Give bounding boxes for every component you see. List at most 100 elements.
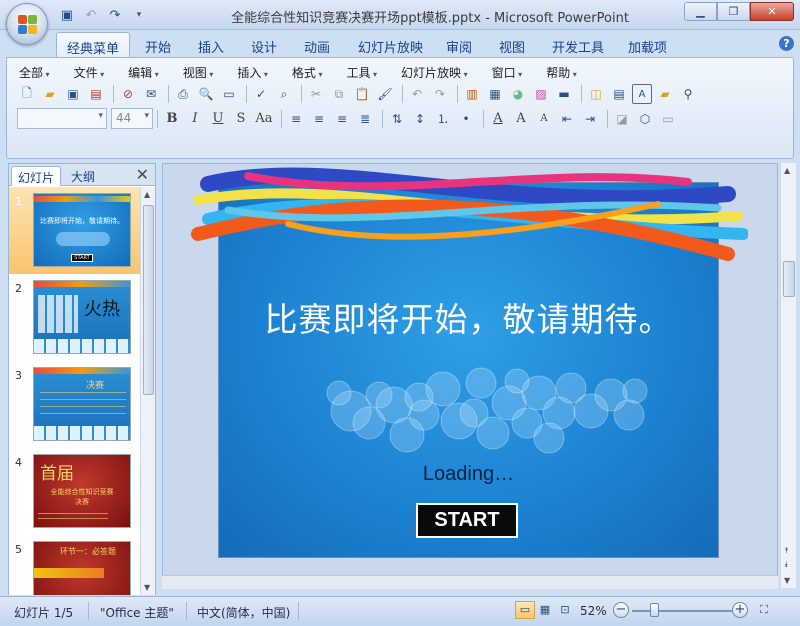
zoom-out-icon[interactable]: − (613, 602, 629, 618)
shadow-icon[interactable]: S (231, 109, 251, 129)
font-size-combo[interactable]: 44 (111, 108, 153, 129)
chart-icon[interactable]: ▥ (462, 84, 482, 104)
start-button[interactable]: START (416, 503, 518, 538)
scroll-up-icon[interactable]: ▲ (144, 190, 150, 199)
picture-icon[interactable]: ▨ (531, 84, 551, 104)
slide-thumbnail-1[interactable]: 1 比赛即将开始，敬请期待。 START (9, 187, 141, 274)
increase-indent-icon[interactable]: ⇥ (580, 109, 600, 129)
scroll-up-icon[interactable]: ▲ (784, 166, 790, 175)
bullets-icon[interactable]: • (456, 109, 476, 129)
print-preview-icon[interactable]: 🔍 (196, 84, 216, 104)
close-button[interactable]: ✕ (750, 2, 794, 21)
shrink-font-icon[interactable]: A (534, 109, 554, 129)
menu-view[interactable]: 视图 (181, 64, 222, 81)
fit-to-window-icon[interactable]: ⛶ (756, 601, 772, 619)
email-icon[interactable]: ✉ (141, 84, 161, 104)
zoom-icon[interactable]: ⚲ (678, 84, 698, 104)
spelling-icon[interactable]: ✓ (251, 84, 271, 104)
tab-review[interactable]: 审阅 (436, 32, 482, 58)
tab-animation[interactable]: 动画 (294, 32, 340, 58)
shapes-icon[interactable]: ◪ (612, 109, 632, 129)
office-button[interactable] (6, 3, 48, 45)
tab-classic-menu[interactable]: 经典菜单 (56, 32, 131, 58)
maximize-button[interactable]: ❐ (717, 2, 750, 21)
align-right-icon[interactable]: ≡ (332, 109, 352, 129)
tab-insert[interactable]: 插入 (188, 32, 234, 58)
research-icon[interactable]: ⌕ (274, 84, 294, 104)
textbox-icon[interactable]: A (632, 84, 652, 104)
slide-thumbnail-4[interactable]: 4 首届 全能综合性知识竞赛 决赛 (9, 448, 141, 535)
save-icon[interactable]: ▣ (63, 84, 83, 104)
slide-thumbnail-3[interactable]: 3 决赛 (9, 361, 141, 448)
menu-slideshow[interactable]: 幻灯片放映 (399, 64, 476, 81)
align-left-icon[interactable]: ≡ (286, 109, 306, 129)
menu-format[interactable]: 格式 (290, 64, 331, 81)
help-icon[interactable]: ? (779, 36, 794, 51)
zoom-in-icon[interactable]: + (732, 602, 748, 618)
tab-view[interactable]: 视图 (489, 32, 535, 58)
menu-edit[interactable]: 编辑 (126, 64, 167, 81)
table-icon[interactable]: ▦ (485, 84, 505, 104)
tab-slideshow[interactable]: 幻灯片放映 (348, 32, 433, 58)
slide-title[interactable]: 比赛即将开始，敬请期待。 (219, 293, 718, 341)
slide-sorter-icon[interactable]: ▦ (535, 601, 555, 619)
align-center-icon[interactable]: ≡ (309, 109, 329, 129)
cut-icon[interactable]: ✂ (306, 84, 326, 104)
justify-icon[interactable]: ≣ (355, 109, 375, 129)
copy-icon[interactable]: ⧉ (329, 84, 349, 104)
slides-pane-scrollbar[interactable]: ▲ ▼ (140, 187, 155, 595)
quick-styles-icon[interactable]: ▭ (658, 109, 678, 129)
tab-outline[interactable]: 大纲 (65, 166, 101, 186)
loading-text[interactable]: Loading… (219, 463, 718, 486)
menu-tools[interactable]: 工具 (344, 64, 385, 81)
font-color-icon[interactable]: A (488, 109, 508, 129)
next-slide-icon[interactable]: ⯯ (784, 560, 789, 570)
language-indicator[interactable]: 中文(简体，中国) (197, 604, 290, 621)
grow-font-icon[interactable]: A (511, 109, 531, 129)
tab-home[interactable]: 开始 (135, 32, 181, 58)
minimize-button[interactable]: ▁ (684, 2, 717, 21)
undo-icon[interactable]: ↶ (407, 84, 427, 104)
scroll-thumb[interactable] (783, 261, 795, 297)
slide-thumbnail-2[interactable]: 2 火热 (9, 274, 141, 361)
change-case-icon[interactable]: Aa (254, 109, 274, 129)
zoom-slider-track[interactable] (632, 610, 732, 612)
menu-all[interactable]: 全部 (17, 64, 58, 81)
numbering-icon[interactable]: ⒈ (433, 109, 453, 129)
zoom-slider-knob[interactable] (650, 603, 659, 617)
redo-icon[interactable]: ↷ (430, 84, 450, 104)
print-icon[interactable]: ⎙ (173, 84, 193, 104)
page-setup-icon[interactable]: ▭ (219, 84, 239, 104)
layout-icon[interactable]: ▤ (609, 84, 629, 104)
tab-addins[interactable]: 加载项 (618, 32, 677, 58)
scroll-thumb[interactable] (143, 205, 154, 395)
menu-insert[interactable]: 插入 (235, 64, 276, 81)
bold-icon[interactable]: B (162, 109, 182, 129)
tab-slides[interactable]: 幻灯片 (11, 166, 62, 186)
scroll-down-icon[interactable]: ▼ (144, 583, 150, 592)
previous-slide-icon[interactable]: ⯭ (784, 546, 789, 556)
menu-window[interactable]: 窗口 (490, 64, 531, 81)
permission-icon[interactable]: ⊘ (118, 84, 138, 104)
arrange-icon[interactable]: ⬡ (635, 109, 655, 129)
line-spacing-icon[interactable]: ↕ (410, 109, 430, 129)
menu-file[interactable]: 文件 (72, 64, 113, 81)
new-icon[interactable]: 🗋 (17, 84, 37, 104)
format-painter-icon[interactable]: 🖌 (375, 84, 395, 104)
paste-icon[interactable]: 📋 (352, 84, 372, 104)
scroll-down-icon[interactable]: ▼ (784, 576, 790, 585)
font-name-combo[interactable] (17, 108, 107, 129)
decrease-indent-icon[interactable]: ⇤ (557, 109, 577, 129)
open-icon[interactable]: ▰ (40, 84, 60, 104)
tab-design[interactable]: 设计 (241, 32, 287, 58)
italic-icon[interactable]: I (185, 109, 205, 129)
tab-developer[interactable]: 开发工具 (542, 32, 614, 58)
theme-name[interactable]: "Office 主题" (100, 604, 174, 621)
underline-icon[interactable]: U (208, 109, 228, 129)
slide-thumbnail-5[interactable]: 5 环节一：必答题 (9, 535, 141, 595)
folder-icon[interactable]: ▰ (655, 84, 675, 104)
normal-view-icon[interactable]: ▭ (515, 601, 535, 619)
slide-scrollbar[interactable]: ▲ ⯭ ⯯ ▼ (780, 163, 796, 588)
slideshow-view-icon[interactable]: ⊡ (555, 601, 575, 619)
fill-color-icon[interactable]: ▬ (554, 84, 574, 104)
